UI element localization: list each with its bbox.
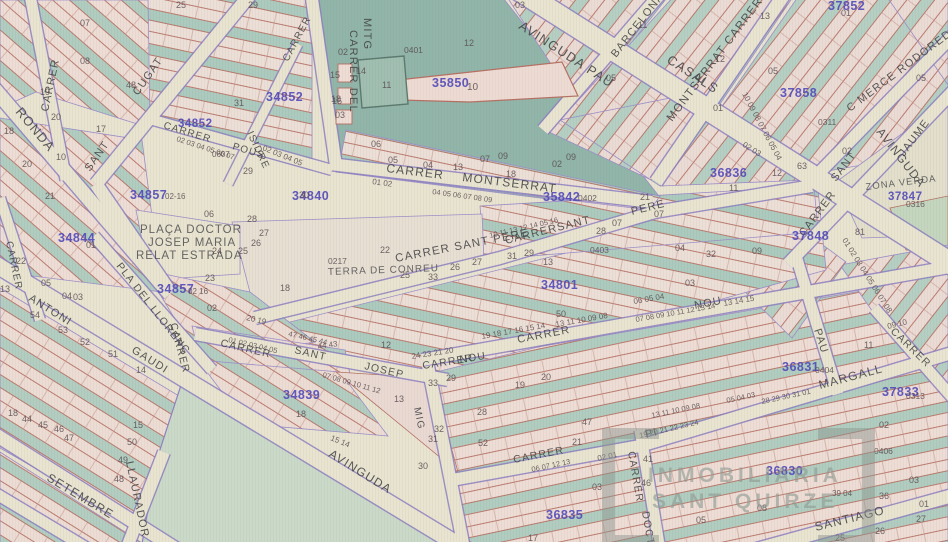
warm-tint-overlay bbox=[0, 0, 948, 542]
cadastral-map-canvas[interactable]: RONDACARRERSANTCUGATISIDRECARRERCARRERPO… bbox=[0, 0, 948, 542]
cadastral-map-viewport[interactable]: RONDACARRERSANTCUGATISIDRECARRERCARRERPO… bbox=[0, 0, 948, 542]
